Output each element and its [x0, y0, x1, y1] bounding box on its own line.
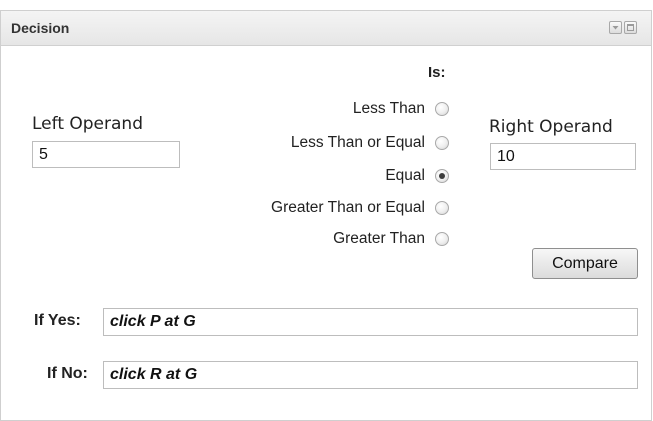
maximize-icon[interactable]: [624, 21, 637, 34]
panel-header: Decision: [1, 11, 651, 46]
left-operand-input[interactable]: [32, 141, 180, 168]
radio-equal[interactable]: Equal: [385, 166, 449, 186]
radio-button[interactable]: [435, 102, 449, 116]
radio-button[interactable]: [435, 136, 449, 150]
radio-label: Less Than or Equal: [290, 134, 425, 151]
radio-button[interactable]: [435, 232, 449, 246]
radio-label: Equal: [385, 167, 425, 184]
if-yes-input[interactable]: [103, 308, 638, 336]
if-no-input[interactable]: [103, 361, 638, 389]
left-operand-label: Left Operand: [32, 114, 143, 134]
radio-greater-than[interactable]: Greater Than: [333, 229, 449, 249]
right-operand-label: Right Operand: [489, 117, 613, 137]
radio-less-than[interactable]: Less Than: [353, 99, 449, 119]
radio-label: Greater Than or Equal: [271, 199, 425, 216]
panel-title: Decision: [11, 20, 70, 36]
compare-button[interactable]: Compare: [532, 248, 638, 279]
radio-button[interactable]: [435, 201, 449, 215]
collapse-icon[interactable]: [609, 21, 622, 34]
if-yes-label: If Yes:: [34, 312, 81, 329]
radio-button-selected[interactable]: [435, 169, 449, 183]
radio-label: Less Than: [352, 100, 425, 117]
radio-label: Greater Than: [333, 230, 425, 247]
if-no-label: If No:: [47, 365, 88, 382]
radio-less-than-or-equal[interactable]: Less Than or Equal: [291, 133, 449, 153]
right-operand-input[interactable]: [490, 143, 636, 170]
radio-greater-than-or-equal[interactable]: Greater Than or Equal: [271, 198, 449, 218]
operator-heading: Is:: [428, 64, 446, 81]
